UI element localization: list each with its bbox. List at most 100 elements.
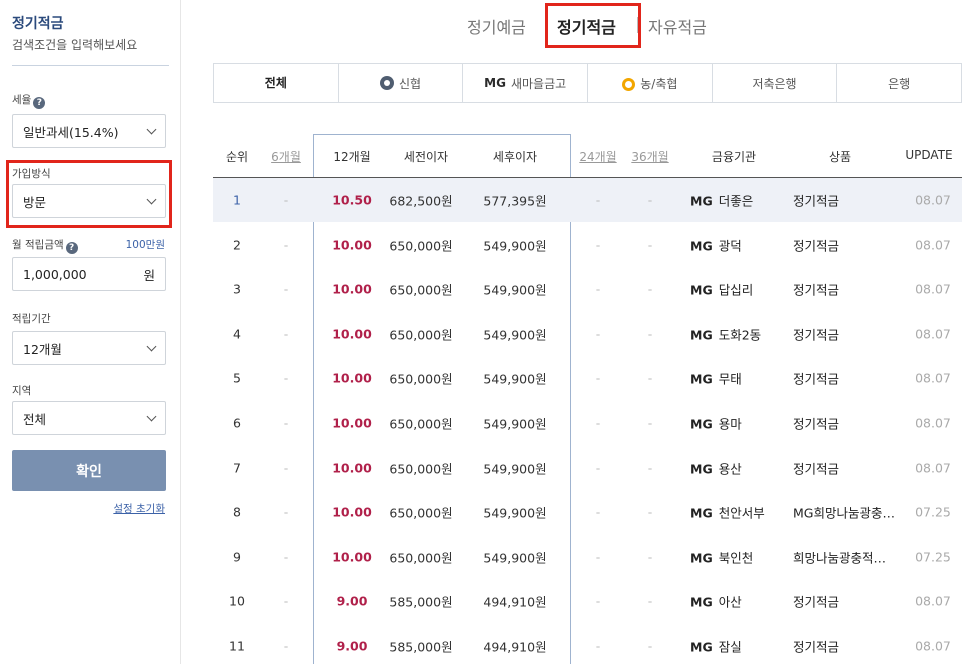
product-cell[interactable]: 정기적금 (793, 637, 839, 656)
monthly-amount-input[interactable]: 1,000,000 원 (12, 257, 166, 291)
table-row[interactable]: 6 - 10.00 650,000원 549,900원 - - 정기적금 08.07 MG 용마 (213, 401, 962, 445)
rate-24m-cell: - (595, 370, 601, 386)
product-cell[interactable]: 정기적금 (793, 592, 839, 611)
product-cell[interactable]: MG희망나눔광충… (793, 503, 895, 522)
institution-cell[interactable]: MG 용마 (690, 414, 742, 433)
chevron-down-icon (146, 341, 157, 351)
reset-settings-link[interactable]: 설정 초기화 (113, 501, 165, 516)
rate-36m-cell: - (647, 326, 653, 342)
rate-6m-cell: - (283, 237, 289, 253)
rate-12m-cell: 10.00 (332, 281, 372, 297)
table-row[interactable]: 8 - 10.00 650,000원 549,900원 - - MG희망나눔광충… 07.25 M… (213, 490, 962, 534)
monthly-unit-note[interactable]: 100만원 (126, 237, 165, 252)
pre-tax-interest-cell: 682,500원 (389, 193, 453, 209)
institution-cell[interactable]: MG 광덕 (690, 235, 742, 254)
update-date-cell: 08.07 (915, 237, 951, 253)
rate-24m-cell: - (595, 638, 601, 654)
product-cell[interactable]: 정기적금 (793, 235, 839, 254)
rate-36m-cell: - (647, 192, 653, 208)
pre-tax-interest-cell: 650,000원 (389, 282, 453, 298)
help-icon[interactable]: ? (33, 97, 46, 109)
table-row[interactable]: 2 - 10.00 650,000원 549,900원 - - 정기적금 08.07 MG 광덕 (213, 223, 962, 267)
mg-logo: MG (484, 76, 506, 90)
mg-logo: MG (690, 550, 713, 566)
tab-fixed-deposit[interactable]: 정기예금 (467, 14, 526, 38)
tab-all-label: 전체 (264, 76, 287, 90)
update-date-cell: 08.07 (915, 593, 951, 609)
institution-name: 용마 (718, 416, 742, 432)
product-cell[interactable]: 정기적금 (793, 369, 839, 388)
header-36m[interactable]: 36개월 (631, 148, 668, 165)
post-tax-interest-cell: 494,910원 (483, 639, 547, 655)
institution-name: 북인천 (718, 550, 754, 566)
institution-cell[interactable]: MG 무태 (690, 369, 742, 388)
post-tax-interest-cell: 577,395원 (483, 193, 547, 209)
institution-cell[interactable]: MG 용산 (690, 458, 742, 477)
rate-6m-cell: - (283, 326, 289, 342)
tab-all[interactable]: 전체 (214, 64, 338, 102)
period-select-value: 12개월 (23, 341, 62, 357)
table-row[interactable]: 5 - 10.00 650,000원 549,900원 - - 정기적금 08.07 MG 무태 (213, 356, 962, 400)
rank-cell: 6 (233, 415, 241, 431)
table-row[interactable]: 11 - 9.00 585,000원 494,910원 - - 정기적금 08.07 MG 잠실 (213, 624, 962, 664)
product-cell[interactable]: 정기적금 (793, 458, 839, 477)
mg-logo: MG (690, 282, 713, 298)
tax-select[interactable]: 일반과세(15.4%) (12, 114, 166, 148)
table-row[interactable]: 4 - 10.00 650,000원 549,900원 - - 정기적금 08.07 MG 도화2동 (213, 312, 962, 356)
table-row[interactable]: 9 - 10.00 650,000원 549,900원 - - 희망나눔광충적… 07.25 MG… (213, 535, 962, 579)
product-cell[interactable]: 정기적금 (793, 414, 839, 433)
search-sidebar: 정기적금 검색조건을 입력해보세요 세율? 일반과세(15.4%) 가입방식 방… (0, 0, 181, 664)
rate-36m-cell: - (647, 370, 653, 386)
rate-12m-cell: 10.00 (332, 460, 372, 476)
mg-logo: MG (690, 193, 713, 209)
product-cell[interactable]: 정기적금 (793, 280, 839, 299)
rate-36m-cell: - (647, 549, 653, 565)
institution-cell[interactable]: MG 도화2동 (690, 324, 761, 343)
region-select[interactable]: 전체 (12, 401, 166, 435)
institution-name: 잠실 (718, 639, 742, 655)
monthly-amount-unit: 원 (143, 267, 155, 283)
help-icon[interactable]: ? (65, 242, 78, 254)
mg-logo: MG (690, 461, 713, 477)
post-tax-interest-cell: 549,900원 (483, 238, 547, 254)
table-row[interactable]: 7 - 10.00 650,000원 549,900원 - - 정기적금 08.07 MG 용산 (213, 446, 962, 490)
period-select[interactable]: 12개월 (12, 331, 166, 365)
rank-cell: 3 (233, 281, 241, 297)
institution-cell[interactable]: MG 더좋은 (690, 191, 753, 210)
tab-credit-union[interactable]: 신협 (337, 64, 463, 102)
institution-cell[interactable]: MG 아산 (690, 592, 742, 611)
table-row[interactable]: 10 - 9.00 585,000원 494,910원 - - 정기적금 08.07 MG 아산 (213, 579, 962, 623)
rate-36m-cell: - (647, 593, 653, 609)
institution-cell[interactable]: MG 북인천 (690, 547, 753, 566)
table-row[interactable]: 1 - 10.50 682,500원 577,395원 - - 정기적금 08.07 MG 더좋은 (213, 178, 962, 222)
header-6m[interactable]: 6개월 (271, 148, 301, 165)
product-cell[interactable]: 정기적금 (793, 324, 839, 343)
update-date-cell: 08.07 (915, 192, 951, 208)
header-pre-tax: 세전이자 (403, 150, 449, 164)
tab-free-savings[interactable]: 자유적금 (648, 14, 707, 38)
header-24m[interactable]: 24개월 (579, 148, 616, 165)
confirm-button[interactable]: 확인 (12, 450, 166, 491)
institution-name: 도화2동 (718, 327, 762, 343)
product-cell[interactable]: 희망나눔광충적… (793, 547, 886, 566)
method-select[interactable]: 방문 (12, 184, 166, 218)
institution-cell[interactable]: MG 잠실 (690, 637, 742, 656)
mg-logo: MG (690, 371, 713, 387)
pre-tax-interest-cell: 650,000원 (389, 461, 453, 477)
institution-cell[interactable]: MG 천안서부 (690, 503, 765, 522)
tab-nh[interactable]: 농/축협 (587, 64, 712, 102)
tab-saemaeul[interactable]: MG 새마을금고 (462, 64, 587, 102)
tab-bank[interactable]: 은행 (836, 64, 961, 102)
rank-cell: 4 (233, 326, 241, 342)
product-cell[interactable]: 정기적금 (793, 191, 839, 210)
rate-6m-cell: - (283, 638, 289, 654)
page: 정기적금 검색조건을 입력해보세요 세율? 일반과세(15.4%) 가입방식 방… (0, 0, 962, 664)
rate-24m-cell: - (595, 192, 601, 208)
rank-cell: 1 (233, 192, 241, 208)
method-label: 가입방식 (12, 168, 51, 180)
table-row[interactable]: 3 - 10.00 650,000원 549,900원 - - 정기적금 08.07 MG 답십리 (213, 267, 962, 311)
tab-savings-bank[interactable]: 저축은행 (711, 64, 837, 102)
rate-12m-cell: 10.00 (332, 370, 372, 386)
header-12m[interactable]: 12개월 (333, 148, 370, 165)
institution-cell[interactable]: MG 답십리 (690, 280, 753, 299)
